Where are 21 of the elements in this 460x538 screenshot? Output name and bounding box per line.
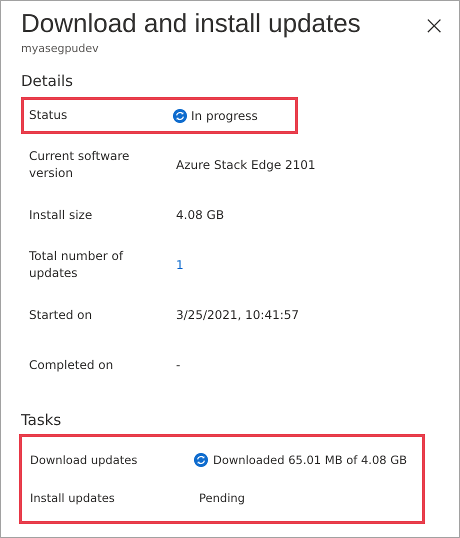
close-button[interactable]: ×	[419, 11, 449, 41]
task-name: Install updates	[30, 491, 116, 505]
task-name: Download updates	[30, 453, 138, 467]
field-label: Completed on	[29, 356, 114, 374]
updates-count-link[interactable]: 1	[176, 258, 184, 272]
field-label: Current software version	[29, 148, 130, 182]
panel-title: Download and install updates	[21, 7, 361, 39]
section-heading: Details	[21, 71, 74, 91]
field-value: 4.08 GB	[176, 208, 224, 222]
panel-subtitle: myasegpudev	[21, 42, 100, 55]
task-status: Downloaded 65.01 MB of 4.08 GB	[213, 453, 408, 467]
field-value: In progress	[191, 108, 258, 122]
field-value: -	[176, 358, 180, 372]
field-label: Install size	[29, 206, 94, 224]
field-label: Status	[29, 107, 68, 124]
task-status: Pending	[199, 491, 245, 505]
field-label: Total number of updates	[29, 248, 124, 282]
field-value: Azure Stack Edge 2101	[176, 158, 316, 172]
field-label: Started on	[29, 306, 94, 324]
field-value: 3/25/2021, 10:41:57	[176, 308, 300, 322]
section-heading: Tasks	[21, 410, 62, 430]
